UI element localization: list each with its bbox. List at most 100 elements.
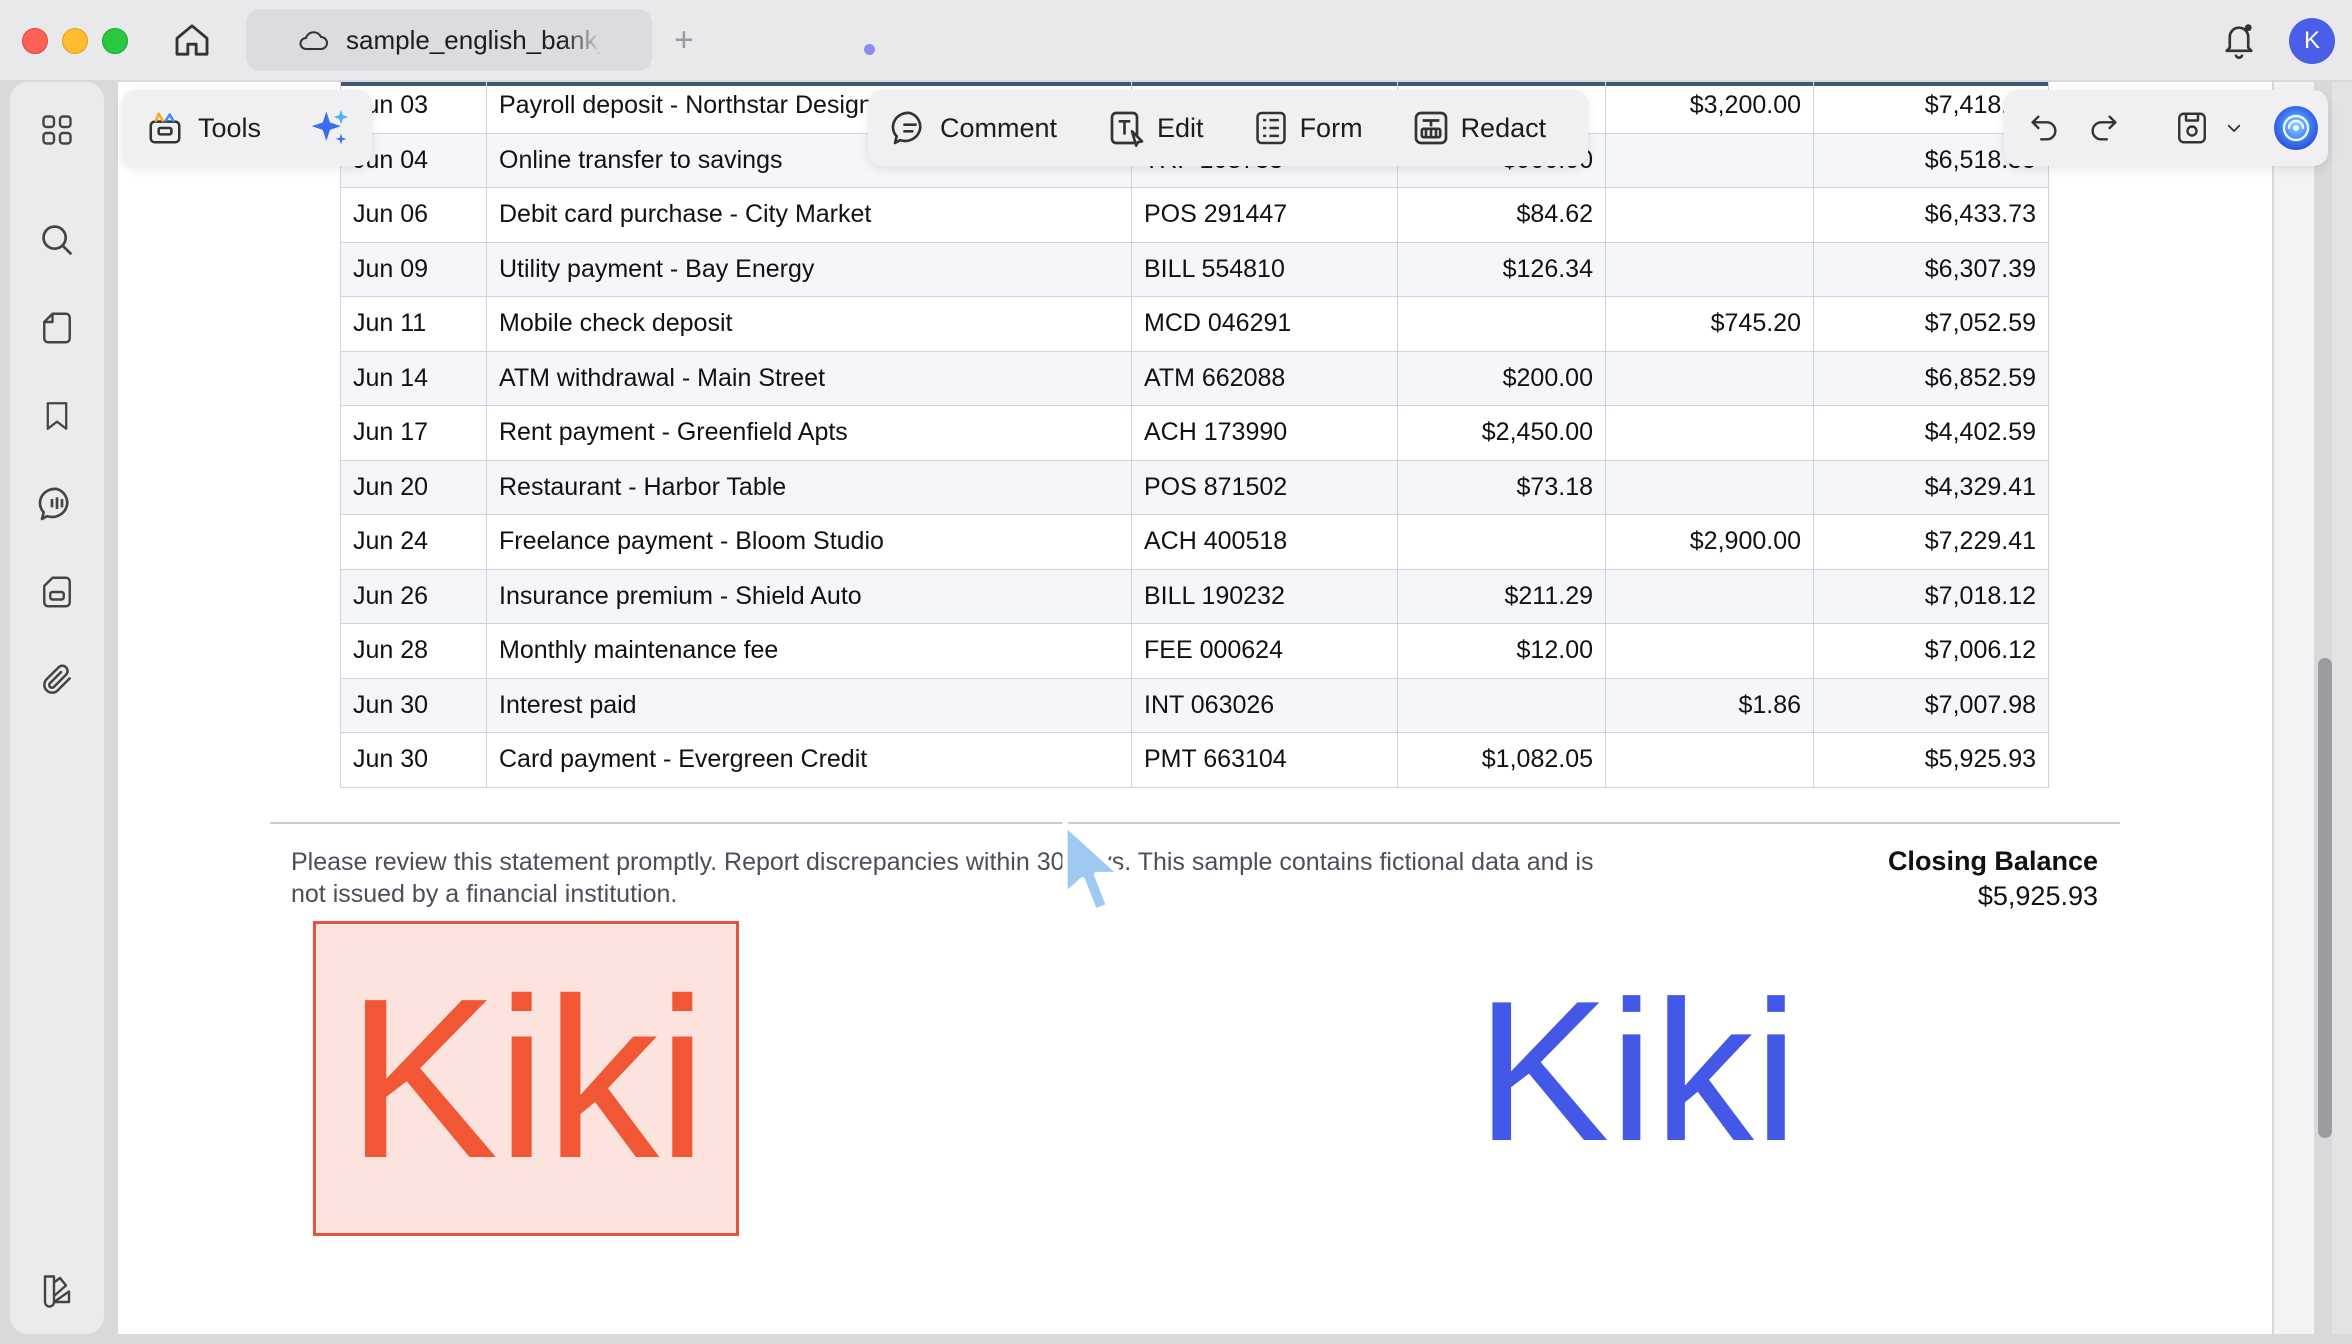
- sidebar-comments-button[interactable]: [33, 480, 81, 528]
- vertical-scrollbar-track[interactable]: [2274, 82, 2314, 1334]
- closing-balance-label: Closing Balance: [1887, 846, 2098, 876]
- edit-text-icon: [1110, 111, 1144, 147]
- cell-balance: $7,006.12: [1813, 623, 2049, 679]
- cell-date: Jun 17: [340, 405, 487, 461]
- cell-debit: [1397, 514, 1606, 570]
- document-viewer[interactable]: Jun 03 Payroll deposit - Northstar Design…: [118, 82, 2272, 1334]
- tools-button[interactable]: Tools: [146, 109, 261, 147]
- vertical-scrollbar-thumb[interactable]: [2318, 658, 2332, 1138]
- mouse-cursor-icon: [1062, 821, 1124, 914]
- cell-balance: $7,007.98: [1813, 677, 2049, 733]
- cell-reference: ACH 173990: [1131, 405, 1398, 461]
- cell-description: Mobile check deposit: [486, 296, 1132, 352]
- cell-debit: $2,450.00: [1397, 405, 1606, 461]
- sidebar-search-button[interactable]: [33, 216, 81, 264]
- signature-annotation[interactable]: Kiki: [1476, 972, 1798, 1172]
- table-row: Jun 17 Rent payment - Greenfield Apts ACH …: [340, 405, 2049, 461]
- ai-sparkle-button[interactable]: [308, 106, 352, 155]
- bookmark-icon: [46, 402, 68, 430]
- table-row: Jun 06 Debit card purchase - City Market P…: [340, 187, 2049, 243]
- left-sidebar: [10, 82, 104, 1334]
- undo-icon: [2031, 115, 2057, 141]
- cell-balance: $7,052.59: [1813, 296, 2049, 352]
- closing-balance-value: $5,925.93: [1977, 881, 2098, 911]
- form-mode-button[interactable]: Form: [1252, 90, 1363, 166]
- thumbnails-icon: [42, 115, 72, 145]
- stamp-annotation[interactable]: Kiki: [313, 921, 739, 1236]
- transactions-table: Jun 03 Payroll deposit - Northstar Design…: [340, 82, 2049, 788]
- cell-debit: $1,082.05: [1397, 732, 1606, 788]
- cell-date: Jun 30: [340, 677, 487, 733]
- cell-debit: $12.00: [1397, 623, 1606, 679]
- cell-date: Jun 30: [340, 732, 487, 788]
- cell-debit: $211.29: [1397, 568, 1606, 624]
- cell-credit: $2,900.00: [1605, 514, 1814, 570]
- bell-icon[interactable]: [2220, 20, 2258, 60]
- cell-reference: MCD 046291: [1131, 296, 1398, 352]
- history-toolbar: [2004, 90, 2328, 166]
- theme-icon: [43, 1275, 71, 1308]
- toolbox-icon: [149, 112, 181, 144]
- cell-credit: $745.20: [1605, 296, 1814, 352]
- edit-mode-button[interactable]: Edit: [1107, 90, 1204, 166]
- cell-reference: FEE 000624: [1131, 623, 1398, 679]
- cell-debit: $126.34: [1397, 241, 1606, 297]
- comment-mode-label: Comment: [940, 112, 1058, 143]
- document-tab[interactable]: sample_english_bank_statement.pdf: [246, 9, 875, 71]
- cell-date: Jun 06: [340, 187, 487, 243]
- sidebar-pages-button[interactable]: [33, 304, 81, 352]
- undo-button[interactable]: [2024, 108, 2064, 148]
- cell-credit: [1605, 132, 1814, 188]
- save-options-dropdown[interactable]: [2222, 108, 2246, 148]
- cell-description: Rent payment - Greenfield Apts: [486, 405, 1132, 461]
- sidebar-bookmarks-button[interactable]: [33, 392, 81, 440]
- cell-debit: $73.18: [1397, 459, 1606, 515]
- footer-divider: [270, 822, 2120, 824]
- ai-assistant-icon: [2274, 106, 2318, 150]
- comment-mode-button[interactable]: Comment: [890, 90, 1057, 166]
- cell-balance: $6,307.39: [1813, 241, 2049, 297]
- tools-label: Tools: [198, 112, 262, 143]
- cell-debit: [1397, 296, 1606, 352]
- cell-description: ATM withdrawal - Main Street: [486, 350, 1132, 406]
- unsaved-indicator: [864, 44, 875, 55]
- cell-date: Jun 11: [340, 296, 487, 352]
- table-row: Jun 20 Restaurant - Harbor Table POS 87150…: [340, 459, 2049, 515]
- new-tab-button[interactable]: +: [674, 18, 694, 62]
- home-button[interactable]: [170, 18, 214, 62]
- redact-icon: [1414, 111, 1447, 145]
- cell-description: Insurance premium - Shield Auto: [486, 568, 1132, 624]
- ai-assistant-button[interactable]: [2272, 104, 2320, 152]
- redo-button[interactable]: [2084, 108, 2124, 148]
- cell-debit: [1397, 677, 1606, 733]
- cell-description: Debit card purchase - City Market: [486, 187, 1132, 243]
- form-icon: [1255, 111, 1286, 145]
- cell-debit: $84.62: [1397, 187, 1606, 243]
- cell-balance: $7,018.12: [1813, 568, 2049, 624]
- home-icon: [175, 24, 209, 56]
- cell-reference: PMT 663104: [1131, 732, 1398, 788]
- sparkle-icon: [311, 109, 349, 145]
- redact-mode-button[interactable]: Redact: [1411, 90, 1546, 166]
- paperclip-icon: [43, 664, 71, 694]
- cell-credit: [1605, 568, 1814, 624]
- user-avatar[interactable]: K: [2289, 18, 2335, 64]
- cell-reference: POS 871502: [1131, 459, 1398, 515]
- minimize-window-button[interactable]: [62, 28, 88, 54]
- save-icon: [2178, 112, 2206, 144]
- attachment-panel-icon: [43, 576, 71, 608]
- cell-balance: $4,329.41: [1813, 459, 2049, 515]
- save-button[interactable]: [2172, 108, 2212, 148]
- maximize-window-button[interactable]: [102, 28, 128, 54]
- cell-credit: $1.86: [1605, 677, 1814, 733]
- sidebar-attach-button[interactable]: [33, 656, 81, 704]
- cell-reference: INT 063026: [1131, 677, 1398, 733]
- sidebar-theme-button[interactable]: [33, 1266, 81, 1314]
- cell-reference: BILL 190232: [1131, 568, 1398, 624]
- cell-balance: $5,925.93: [1813, 732, 2049, 788]
- sidebar-attachments-panel-button[interactable]: [33, 568, 81, 616]
- sidebar-thumbnails-button[interactable]: [33, 106, 81, 154]
- close-window-button[interactable]: [22, 28, 48, 54]
- cell-reference: POS 291447: [1131, 187, 1398, 243]
- cell-date: Jun 26: [340, 568, 487, 624]
